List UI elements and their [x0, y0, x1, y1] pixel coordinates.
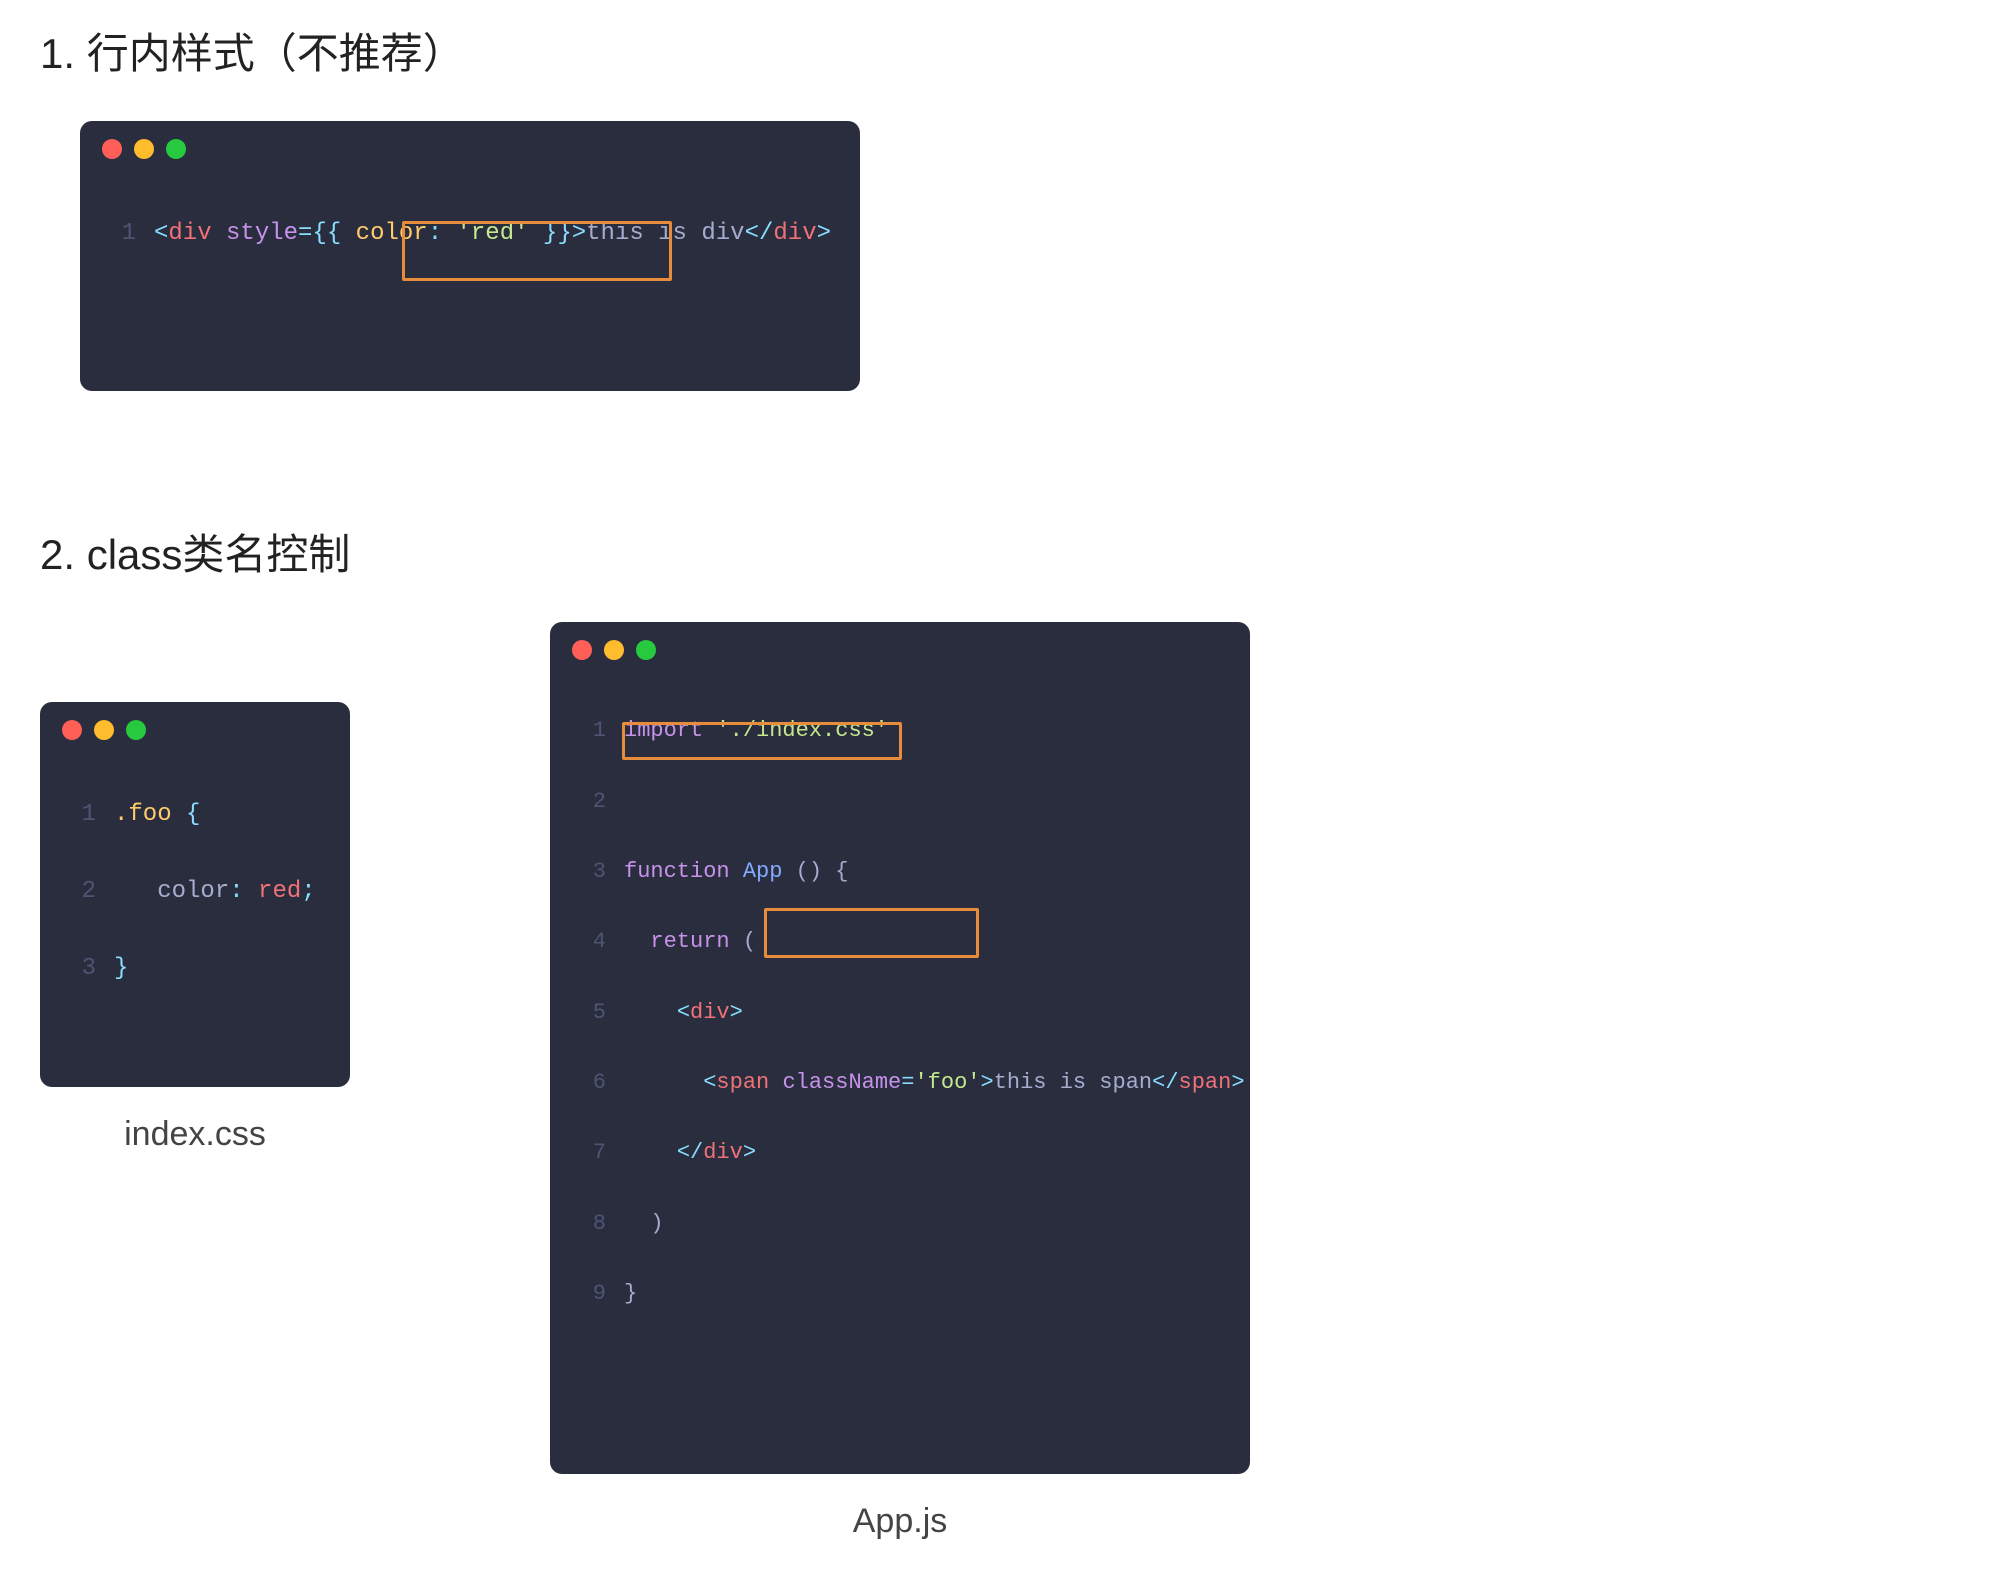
code-token: span [1179, 1070, 1232, 1095]
line-number: 9 [572, 1276, 606, 1311]
line-number: 2 [62, 873, 96, 911]
traffic-green-icon [166, 139, 186, 159]
traffic-red-icon [572, 640, 592, 660]
code-token: > [572, 220, 586, 247]
code-token: > [730, 1000, 743, 1025]
traffic-red-icon [62, 720, 82, 740]
code-token: < [703, 1070, 716, 1095]
code-token: .foo [114, 801, 172, 828]
code-token [212, 220, 226, 247]
code-token: return [650, 929, 729, 954]
code-token: < [677, 1000, 690, 1025]
col-index-css: 1 .foo { 2 color: red; 3} index.css [40, 622, 350, 1154]
code-token: color [356, 220, 428, 247]
code-token [624, 1211, 650, 1236]
traffic-yellow-icon [604, 640, 624, 660]
code-block-inline-style: 1<div style={{ color: 'red' }}>this is d… [102, 177, 838, 369]
code-token: { [172, 801, 201, 828]
code-token: style [226, 220, 298, 247]
code-token: } [557, 220, 571, 247]
code-token: div [690, 1000, 730, 1025]
traffic-green-icon [636, 640, 656, 660]
window-traffic-lights [572, 640, 1228, 660]
code-token: > [743, 1140, 756, 1165]
code-token: ; [301, 878, 315, 905]
section1-heading: 1. 行内样式（不推荐） [40, 20, 1962, 81]
code-token: { [312, 220, 326, 247]
code-token: color [157, 878, 229, 905]
code-token: function [624, 859, 730, 884]
code-token: </ [1152, 1070, 1178, 1095]
caption-app-js: App.js [853, 1502, 948, 1541]
code-token: this is div [586, 220, 744, 247]
code-token: red [258, 878, 301, 905]
code-token: 'foo' [914, 1070, 980, 1095]
code-window-index-css: 1 .foo { 2 color: red; 3} [40, 702, 350, 1087]
code-token: } [529, 220, 558, 247]
window-traffic-lights [102, 139, 838, 159]
code-token: > [980, 1070, 993, 1095]
code-token [624, 1000, 677, 1025]
line-number: 3 [572, 854, 606, 889]
line-number: 1 [572, 713, 606, 748]
code-token: 'red' [457, 220, 529, 247]
code-token: = [298, 220, 312, 247]
code-block-app-js: 1 import './index.css' 2 3 function App ()… [572, 678, 1228, 1452]
code-window-inline-style: 1<div style={{ color: 'red' }}>this is d… [80, 121, 860, 391]
code-token: ) [650, 1211, 663, 1236]
line-number: 8 [572, 1206, 606, 1241]
code-token: className [782, 1070, 901, 1095]
line-number: 1 [62, 796, 96, 834]
code-token: ( [730, 929, 756, 954]
traffic-green-icon [126, 720, 146, 740]
page: 1. 行内样式（不推荐） 1<div style={{ color: 'red'… [0, 0, 2002, 1581]
traffic-yellow-icon [94, 720, 114, 740]
code-token: </ [677, 1140, 703, 1165]
code-token [624, 1070, 703, 1095]
line-number: 4 [572, 924, 606, 959]
line-number: 2 [572, 784, 606, 819]
code-token: div [168, 220, 211, 247]
code-window-app-js: 1 import './index.css' 2 3 function App ()… [550, 622, 1250, 1474]
code-token [730, 859, 743, 884]
code-token: : [229, 878, 258, 905]
code-token: div [703, 1140, 743, 1165]
code-token: : [428, 220, 457, 247]
col-app-js: 1 import './index.css' 2 3 function App ()… [550, 622, 1250, 1541]
code-token [114, 878, 157, 905]
caption-index-css: index.css [124, 1115, 266, 1154]
code-token [624, 1140, 677, 1165]
traffic-yellow-icon [134, 139, 154, 159]
code-token: div [773, 220, 816, 247]
code-token: > [1231, 1070, 1244, 1095]
line-number: 6 [572, 1065, 606, 1100]
code-token [769, 1070, 782, 1095]
code-block-index-css: 1 .foo { 2 color: red; 3} [62, 758, 328, 1065]
line-number: 1 [102, 215, 136, 253]
code-token: { [327, 220, 356, 247]
window-traffic-lights [62, 720, 328, 740]
code-token: import [624, 718, 703, 743]
code-token: < [154, 220, 168, 247]
code-token: App [743, 859, 783, 884]
code-token [624, 929, 650, 954]
code-token: () { [782, 859, 848, 884]
code-token [703, 718, 716, 743]
code-token: </ [745, 220, 774, 247]
code-token: > [817, 220, 831, 247]
code-token: span [716, 1070, 769, 1095]
code-token: } [114, 955, 128, 982]
traffic-red-icon [102, 139, 122, 159]
line-number: 7 [572, 1135, 606, 1170]
section2-heading: 2. class类名控制 [40, 521, 1962, 582]
code-token: = [901, 1070, 914, 1095]
code-token: } [624, 1281, 637, 1306]
code-token: './index.css' [716, 718, 888, 743]
section2-row: 1 .foo { 2 color: red; 3} index.css 1 impo… [40, 622, 1962, 1541]
code-token: this is span [994, 1070, 1152, 1095]
line-number: 5 [572, 995, 606, 1030]
line-number: 3 [62, 950, 96, 988]
